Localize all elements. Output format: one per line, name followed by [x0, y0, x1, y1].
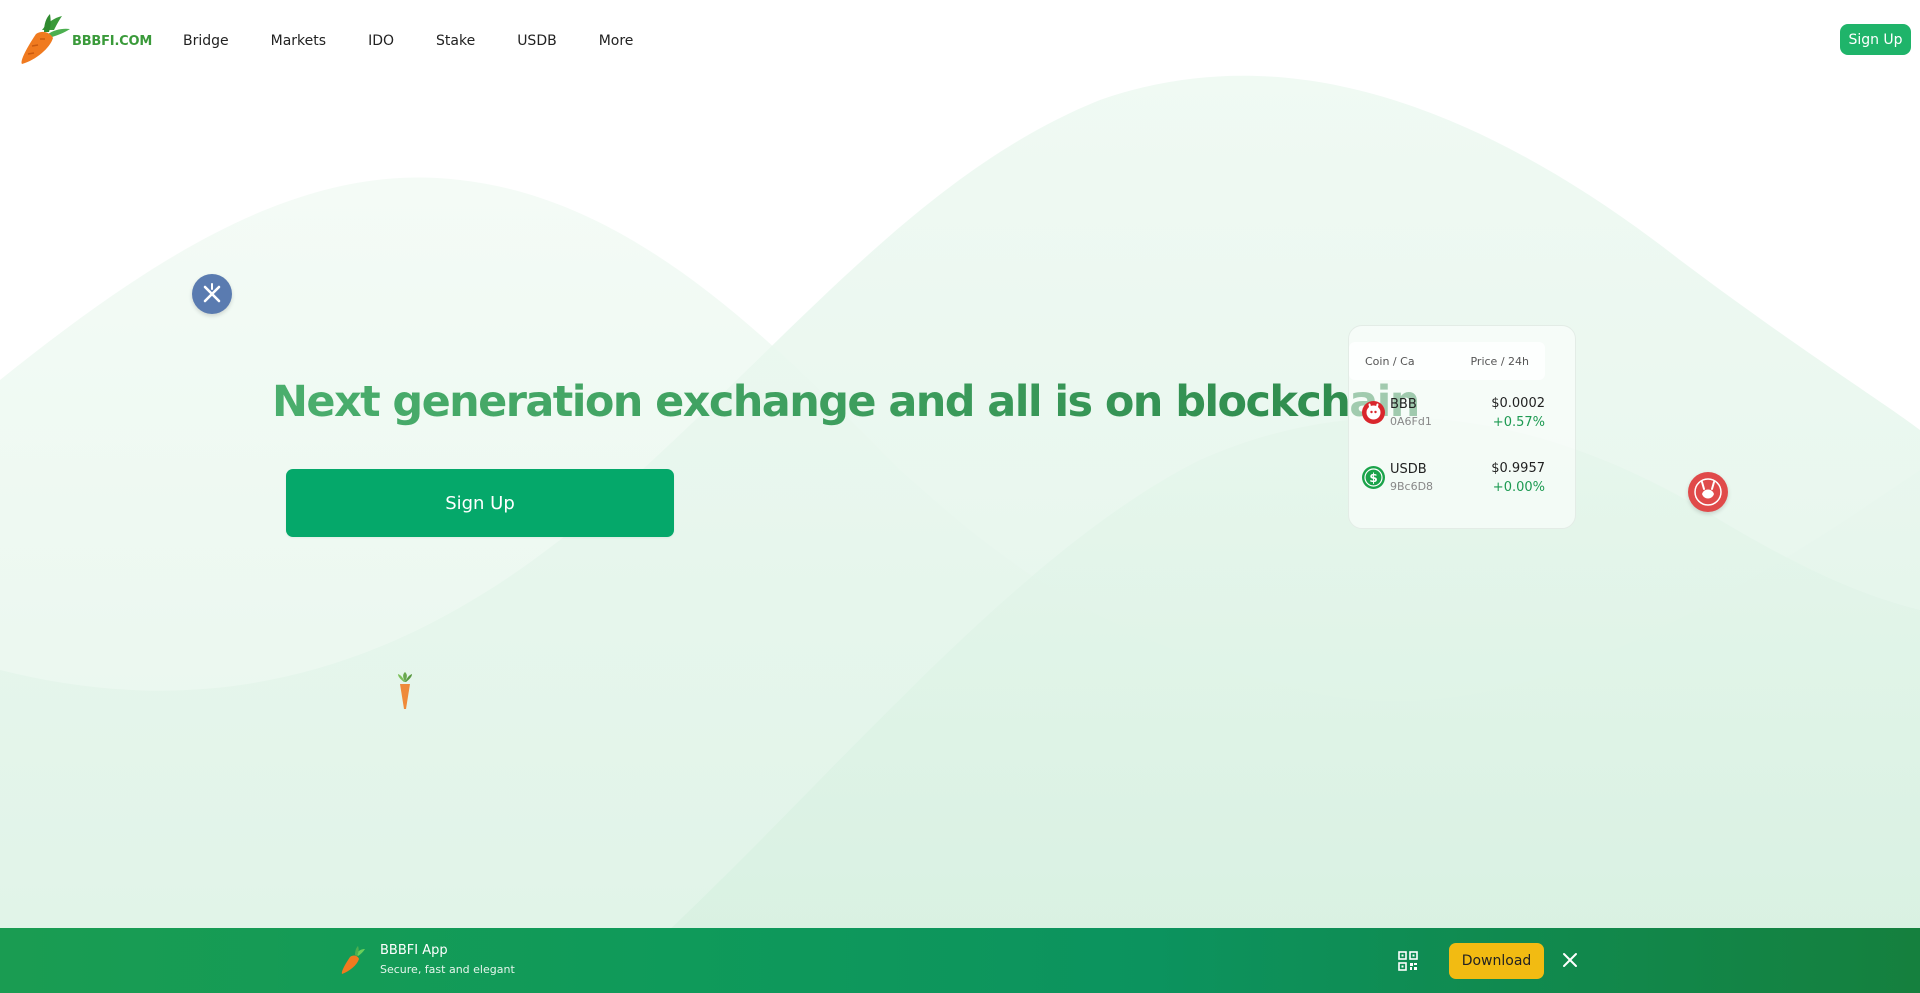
nav-markets[interactable]: Markets	[271, 30, 326, 52]
nav-usdb[interactable]: USDB	[517, 30, 557, 52]
logo-text: BBBFI.COM	[72, 33, 153, 49]
nav-bridge[interactable]: Bridge	[183, 30, 229, 52]
coin-name-wrap: BBB 0A6Fd1	[1390, 396, 1432, 429]
banner-title: BBBFI App	[380, 943, 448, 958]
header: BBBFI.COM Bridge Markets IDO Stake USDB …	[0, 0, 1920, 80]
usdb-coin-icon: $	[1362, 466, 1385, 489]
x-logo-icon	[192, 274, 232, 314]
coin-ca: 9Bc6D8	[1390, 480, 1434, 493]
hero-title: Next generation exchange and all is on b…	[272, 372, 1420, 432]
close-icon[interactable]	[1560, 950, 1580, 970]
coin-name: BBB	[1390, 397, 1417, 412]
coin-name: USDB	[1390, 462, 1427, 477]
coin-table: Coin / Ca Price / 24h BBB 0A6Fd1 $0.0002…	[1349, 342, 1561, 510]
coin-ca: 0A6Fd1	[1390, 415, 1432, 428]
nav-stake[interactable]: Stake	[436, 30, 475, 52]
coin-table-header: Coin / Ca Price / 24h	[1349, 342, 1545, 380]
bunny-token-icon	[1688, 472, 1728, 512]
coin-price-wrap: $0.0002 +0.57%	[1491, 394, 1545, 432]
coin-price: $0.9957	[1491, 460, 1545, 476]
col-price-header: Price / 24h	[1470, 354, 1529, 368]
banner-subtitle: Secure, fast and elegant	[380, 963, 515, 976]
bbb-coin-icon	[1362, 401, 1385, 424]
download-button[interactable]: Download	[1449, 943, 1544, 979]
hero-signup-button[interactable]: Sign Up	[286, 469, 674, 537]
coin-change: +0.00%	[1492, 479, 1545, 495]
main-nav: Bridge Markets IDO Stake USDB More	[183, 30, 675, 52]
coin-name-wrap: USDB 9Bc6D8	[1390, 461, 1433, 494]
coin-price: $0.0002	[1491, 395, 1545, 411]
app-download-banner	[0, 928, 1920, 993]
carrot-icon	[398, 672, 412, 709]
carrot-app-icon	[341, 946, 365, 974]
coin-change: +0.57%	[1492, 414, 1545, 430]
coin-price-wrap: $0.9957 +0.00%	[1491, 459, 1545, 497]
coin-price-card: Coin / Ca Price / 24h BBB 0A6Fd1 $0.0002…	[1348, 325, 1576, 529]
nav-more[interactable]: More	[599, 30, 634, 52]
page: BBBFI.COM Bridge Markets IDO Stake USDB …	[0, 0, 1920, 993]
nav-ido[interactable]: IDO	[368, 30, 394, 52]
carrot-logo-icon	[21, 14, 70, 64]
logo[interactable]: BBBFI.COM	[18, 12, 152, 64]
svg-text:$: $	[1369, 471, 1377, 485]
header-signup-button[interactable]: Sign Up	[1840, 24, 1911, 55]
qr-code-icon[interactable]	[1398, 951, 1418, 971]
coin-row-bbb[interactable]: BBB 0A6Fd1 $0.0002 +0.57%	[1362, 380, 1561, 445]
coin-row-usdb[interactable]: $ USDB 9Bc6D8 $0.9957 +0.00%	[1362, 445, 1561, 510]
col-coin-header: Coin / Ca	[1365, 354, 1415, 368]
